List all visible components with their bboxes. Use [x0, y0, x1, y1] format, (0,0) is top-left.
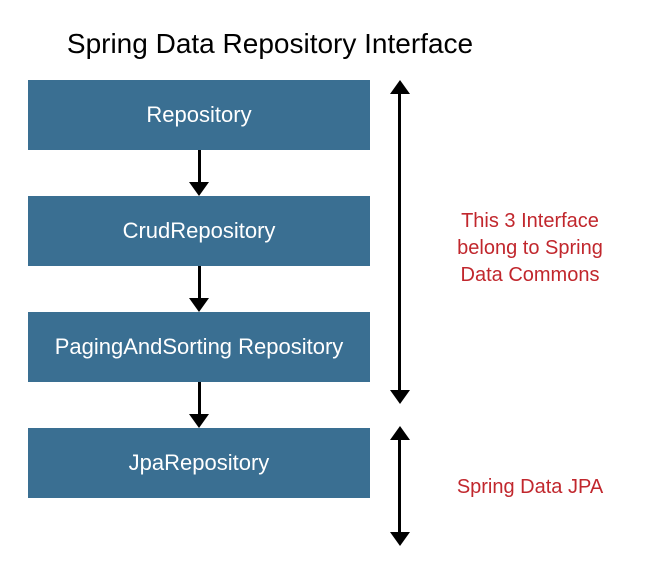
arrow-repository-to-crud: [28, 150, 370, 196]
bracket-arrow-jpa: [398, 440, 401, 532]
arrow-stem: [198, 150, 201, 186]
box-crud-repository: CrudRepository: [28, 196, 370, 266]
box-crud-label: CrudRepository: [123, 218, 276, 244]
arrow-crud-to-paging: [28, 266, 370, 312]
arrow-head-down-icon: [189, 298, 209, 312]
arrow-stem: [198, 382, 201, 418]
box-repository-label: Repository: [146, 102, 251, 128]
diagram-title: Spring Data Repository Interface: [20, 0, 520, 80]
arrow-head-down-icon: [189, 414, 209, 428]
box-paging-label: PagingAndSorting Repository: [55, 334, 344, 360]
box-jpa-label: JpaRepository: [129, 450, 270, 476]
arrow-paging-to-jpa: [28, 382, 370, 428]
diagram-area: Repository CrudRepository PagingAndSorti…: [28, 80, 650, 498]
box-repository: Repository: [28, 80, 370, 150]
arrow-head-down-icon: [390, 390, 410, 404]
annotation-commons: This 3 Interface belong to Spring Data C…: [440, 208, 620, 289]
arrow-stem: [198, 266, 201, 302]
bracket-arrow-commons: [398, 94, 401, 390]
arrow-head-up-icon: [390, 426, 410, 440]
box-jpa-repository: JpaRepository: [28, 428, 370, 498]
arrow-head-up-icon: [390, 80, 410, 94]
arrow-head-down-icon: [390, 532, 410, 546]
arrow-head-down-icon: [189, 182, 209, 196]
annotation-jpa: Spring Data JPA: [440, 474, 620, 501]
box-paging-repository: PagingAndSorting Repository: [28, 312, 370, 382]
